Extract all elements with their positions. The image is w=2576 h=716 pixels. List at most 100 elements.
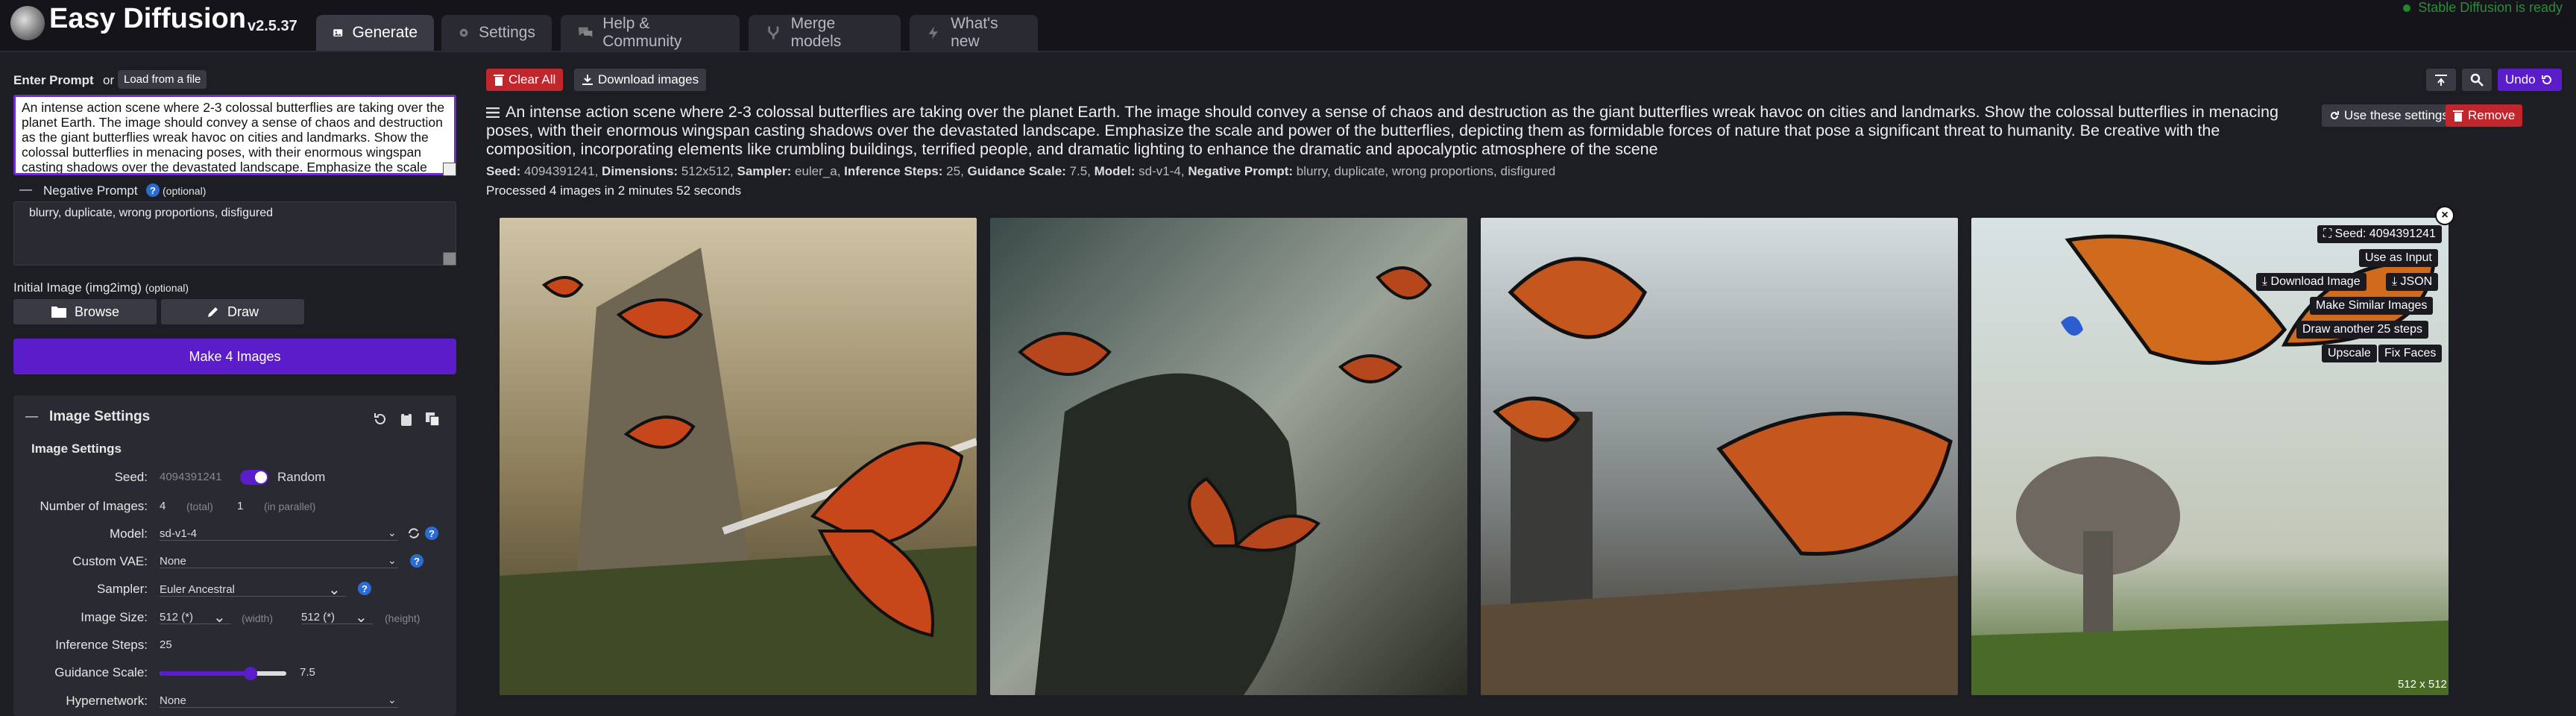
- meta-seed: 4094391241,: [524, 164, 599, 178]
- redo-icon: [2331, 111, 2339, 119]
- generated-image-1[interactable]: [500, 218, 977, 695]
- hypernetwork-label: Hypernetwork:: [66, 694, 148, 708]
- prompt-input[interactable]: An intense action scene where 2-3 coloss…: [13, 95, 456, 175]
- model-select[interactable]: sd-v1-4: [160, 527, 398, 541]
- tab-merge-label: Merge models: [790, 15, 842, 50]
- reset-icon[interactable]: [373, 412, 388, 427]
- negative-prompt-toggle[interactable]: —: [19, 182, 32, 197]
- num-images-parallel-input[interactable]: 1: [237, 500, 243, 512]
- vae-select[interactable]: None: [160, 555, 398, 568]
- draw-button[interactable]: Draw: [161, 299, 304, 324]
- image-settings-toggle[interactable]: —: [25, 409, 38, 424]
- chevron-down-icon: ⌄: [355, 609, 368, 626]
- gear-icon: [459, 28, 468, 37]
- height-select-value: 512 (*): [301, 611, 336, 624]
- image-icon: [333, 29, 343, 37]
- negative-prompt-input[interactable]: blurry, duplicate, wrong proportions, di…: [13, 201, 456, 266]
- chevron-down-icon: ⌄: [388, 527, 397, 538]
- download-image-label: Download Image: [2270, 275, 2361, 288]
- download-image-button[interactable]: ⤓ Download Image: [2256, 273, 2366, 291]
- meta-steps-key: Inference Steps:: [844, 164, 943, 178]
- use-as-input-button[interactable]: Use as Input: [2359, 249, 2438, 267]
- copy-icon[interactable]: [425, 412, 440, 427]
- undo-button[interactable]: Undo: [2498, 69, 2562, 91]
- use-these-settings-button[interactable]: Use these settings: [2322, 104, 2456, 127]
- tab-settings-label: Settings: [479, 24, 535, 41]
- meta-dim: 512x512,: [681, 164, 734, 178]
- tab-settings[interactable]: Settings: [441, 15, 552, 51]
- meta-dim-key: Dimensions:: [602, 164, 678, 178]
- guidance-scale-slider[interactable]: [160, 667, 286, 680]
- inference-steps-label: Inference Steps:: [55, 638, 148, 652]
- upscale-button[interactable]: Upscale: [2322, 345, 2377, 362]
- tab-help-community[interactable]: Help & Community: [561, 15, 740, 51]
- tab-merge-models[interactable]: Merge models: [749, 15, 901, 51]
- vae-help-icon[interactable]: ?: [410, 554, 423, 568]
- tab-help-label: Help & Community: [602, 15, 682, 50]
- meta-guidance-key: Guidance Scale:: [967, 164, 1066, 178]
- negative-prompt-label: Negative Prompt: [43, 183, 138, 198]
- init-image-label-text: Initial Image (img2img): [13, 280, 142, 295]
- image-settings-subtitle: Image Settings: [31, 442, 122, 456]
- meta-model-key: Model:: [1094, 164, 1136, 178]
- merge-icon: [768, 26, 779, 40]
- undo-label: Undo: [2505, 72, 2536, 87]
- negative-resize-handle[interactable]: [443, 252, 456, 266]
- search-icon: [2470, 73, 2484, 87]
- meta-model: sd-v1-4,: [1139, 164, 1185, 178]
- generated-image-3[interactable]: [1481, 218, 1958, 695]
- sampler-select[interactable]: Euler Ancestral: [160, 583, 346, 597]
- json-button[interactable]: ⤓ JSON: [2386, 273, 2439, 291]
- guidance-slider-thumb[interactable]: [244, 667, 258, 680]
- num-images-total-text: (total): [186, 500, 213, 512]
- load-from-file-button[interactable]: Load from a file: [118, 70, 207, 89]
- sampler-label: Sampler:: [96, 582, 148, 596]
- collapse-all-button[interactable]: [2426, 69, 2456, 91]
- tab-generate[interactable]: Generate: [316, 15, 434, 51]
- image-settings-title: Image Settings: [49, 409, 151, 424]
- inference-steps-input[interactable]: 25: [160, 638, 172, 651]
- num-images-parallel-text: (in parallel): [264, 500, 316, 512]
- search-button[interactable]: [2462, 69, 2492, 91]
- prompt-resize-handle[interactable]: [443, 163, 456, 176]
- guidance-scale-input[interactable]: 7.5: [300, 666, 315, 679]
- clear-all-button[interactable]: Clear All: [486, 69, 564, 91]
- seed-input[interactable]: 4094391241: [160, 471, 221, 483]
- refresh-icon[interactable]: [407, 527, 421, 540]
- draw-another-steps-button[interactable]: Draw another 25 steps: [2296, 321, 2428, 339]
- tab-whats-new[interactable]: What's new: [910, 15, 1038, 51]
- make-images-button[interactable]: Make 4 Images: [13, 339, 456, 374]
- task-prompt: An intense action scene where 2-3 coloss…: [486, 103, 2279, 158]
- app-logo: [10, 6, 45, 40]
- num-images-total-input[interactable]: 4: [160, 500, 166, 512]
- results-panel: Clear All Download images Undo An intens…: [477, 52, 2576, 712]
- task-prompt-text: An intense action scene where 2-3 coloss…: [486, 103, 2305, 159]
- generated-image-2[interactable]: [990, 218, 1467, 695]
- random-seed-label: Random: [277, 470, 326, 484]
- processed-status: Processed 4 images in 2 minutes 52 secon…: [486, 183, 742, 198]
- generated-image-4[interactable]: [1971, 218, 2449, 695]
- remove-task-button[interactable]: Remove: [2446, 104, 2523, 127]
- remove-task-label: Remove: [2468, 108, 2516, 122]
- draw-label: Draw: [227, 304, 259, 319]
- seed-label: Seed:: [114, 470, 148, 484]
- model-help-icon[interactable]: ?: [425, 527, 438, 540]
- browse-button[interactable]: Browse: [13, 299, 157, 324]
- meta-neg-key: Negative Prompt:: [1188, 164, 1294, 178]
- expand-icon: ⛶: [2323, 227, 2335, 240]
- folder-icon: [51, 307, 66, 318]
- pencil-icon: [207, 307, 218, 317]
- download-images-button[interactable]: Download images: [574, 69, 707, 91]
- close-icon[interactable]: ×: [2435, 206, 2454, 225]
- make-similar-images-button[interactable]: Make Similar Images: [2310, 297, 2434, 315]
- sampler-help-icon[interactable]: ?: [358, 582, 371, 595]
- json-label: JSON: [2400, 275, 2433, 288]
- image-seed-text: Seed: 4094391241: [2334, 227, 2436, 240]
- clipboard-icon[interactable]: [400, 412, 413, 427]
- fix-faces-button[interactable]: Fix Faces: [2378, 345, 2443, 362]
- random-seed-toggle[interactable]: [240, 470, 268, 485]
- left-panel: Enter Prompt or Load from a file An inte…: [0, 52, 473, 716]
- bolt-icon: [928, 26, 938, 40]
- help-icon[interactable]: ?: [146, 183, 160, 197]
- hypernetwork-select[interactable]: None: [160, 694, 398, 708]
